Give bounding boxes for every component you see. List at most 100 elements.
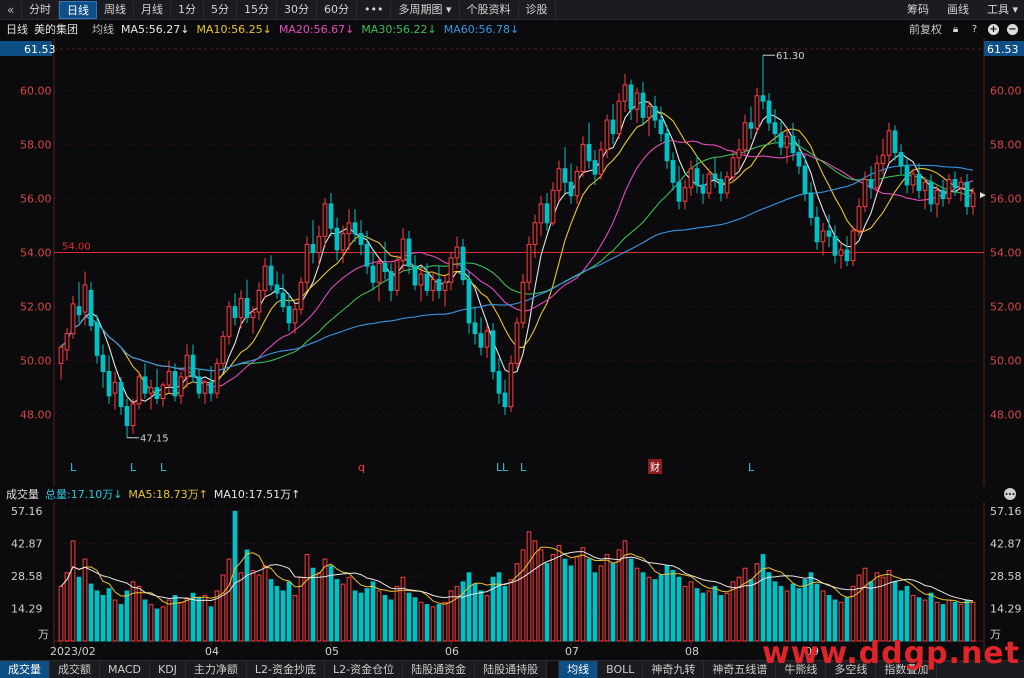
indicator-tab-3[interactable]: KDJ [150,660,186,678]
candle-body [814,216,820,243]
indicator-tab-5[interactable]: L2-资金抄底 [247,660,326,678]
indicator-tab-2[interactable]: MACD [100,660,150,678]
period-tab-5[interactable]: 5分 [204,0,237,19]
candle-body [94,322,100,356]
zoom-out-icon[interactable]: − [1007,23,1018,35]
candle-body [652,106,658,121]
volume-bar [94,590,100,642]
candle-body [700,184,706,194]
indicator-tab-1[interactable]: 成交额 [50,660,100,678]
candle-body [250,311,256,318]
legend-stock-name[interactable]: 美的集团 [34,21,78,37]
period-tab-12[interactable]: 诊股 [519,0,556,19]
period-tab-10[interactable]: 多周期图 ▾ [391,0,460,19]
volume-bar [610,563,616,642]
volume-bar [454,585,460,642]
candle-body [934,189,940,205]
candle-body [544,203,550,224]
volume-bar [904,585,910,642]
period-tab-9[interactable]: ••• [357,0,392,19]
volume-bar [136,585,142,642]
candle-body [718,179,724,194]
volume-bar [376,590,382,642]
volume-ma5: MA5:18.73万↑ [128,488,208,501]
overlay-tab-1[interactable]: BOLL [598,660,644,678]
candle-body [406,238,412,267]
volume-bar [286,581,292,642]
indicator-tab-6[interactable]: L2-资金仓位 [325,660,404,678]
tab-scroll-arrow[interactable] [547,660,560,678]
indicator-tab-7[interactable]: 陆股通资金 [403,660,476,678]
toolbar-right-item-0[interactable]: 筹码 [907,0,929,20]
event-marker-8: L [748,461,755,474]
overlay-tab-0[interactable]: 均线 [559,660,599,678]
candle-body [148,387,154,394]
candle-body [400,238,406,262]
overlay-tab-2[interactable]: 神奇九转 [643,660,705,678]
volume-tick-left-1: 42.87 [11,538,43,551]
ma-label-2: MA20:56.67↓ [278,22,355,36]
candle-body [706,173,712,194]
candle-body [526,243,532,283]
back-icon[interactable]: « [0,0,22,19]
legend-avg-label[interactable]: 均线 [92,21,114,37]
volume-bar [748,579,754,642]
candle-body [676,181,682,202]
period-tab-6[interactable]: 15分 [237,0,277,19]
volume-bar [832,599,838,642]
indicator-tab-4[interactable]: 主力净额 [186,660,247,678]
candle-body [574,170,580,197]
volume-bar [352,590,358,642]
volume-bar [364,588,370,642]
period-tab-1[interactable]: 日线 [59,0,97,19]
candle-body [946,179,952,199]
volume-bar [124,590,130,642]
candle-body [238,298,244,318]
volume-bar [328,565,334,642]
x-label-4: 07 [565,645,579,658]
period-tab-11[interactable]: 个股资料 [460,0,519,19]
volume-bar [406,592,412,642]
volume-bar [502,585,508,642]
volume-bar [370,581,376,642]
volume-bar [340,583,346,642]
candle-body [628,84,634,110]
indicator-tab-8[interactable]: 陆股通持股 [475,660,548,678]
toolbar-right-item-1[interactable]: 画线 [947,0,969,20]
candle-body [166,370,172,386]
volume-bar [658,574,664,642]
period-tab-0[interactable]: 分时 [22,0,59,19]
candle-body [664,133,670,162]
volume-bar [244,549,250,642]
volume-tick-right-0: 57.16 [990,505,1022,518]
period-tab-7[interactable]: 30分 [277,0,317,19]
volume-bar [892,581,898,642]
price-tick-right-1: 50.00 [990,355,1022,368]
volume-bar [202,595,208,642]
toolbar-right-item-2[interactable]: 工具 ▾ [987,0,1018,20]
price-chart[interactable]: 48.00 48.00 50.00 50.00 52.00 52.00 54.00 54.00… [0,38,1024,486]
candle-body [556,168,562,191]
period-tab-8[interactable]: 60分 [317,0,357,19]
volume-bar [898,590,904,642]
volume-bar [292,595,298,642]
adjust-label[interactable]: 前复权 [909,21,942,37]
indicator-tab-0[interactable]: 成交量 [0,660,50,678]
volume-bar [400,576,406,642]
x-label-0: 2023/02 [50,645,96,658]
volume-bar [154,608,160,642]
volume-bar [772,581,778,642]
lock-icon[interactable]: 🔒︎ [950,24,961,35]
more-icon[interactable] [1000,487,1020,501]
volume-bar [190,592,196,642]
candle-body [616,100,622,135]
question-icon[interactable]: ? [969,24,980,35]
volume-bar [688,581,694,642]
period-tab-2[interactable]: 周线 [97,0,134,19]
volume-bar [412,597,418,642]
period-tab-4[interactable]: 1分 [171,0,204,19]
period-tab-3[interactable]: 月线 [134,0,171,19]
volume-title: 成交量 [6,488,39,501]
zoom-in-icon[interactable]: + [988,23,999,35]
candle-body [262,265,268,291]
